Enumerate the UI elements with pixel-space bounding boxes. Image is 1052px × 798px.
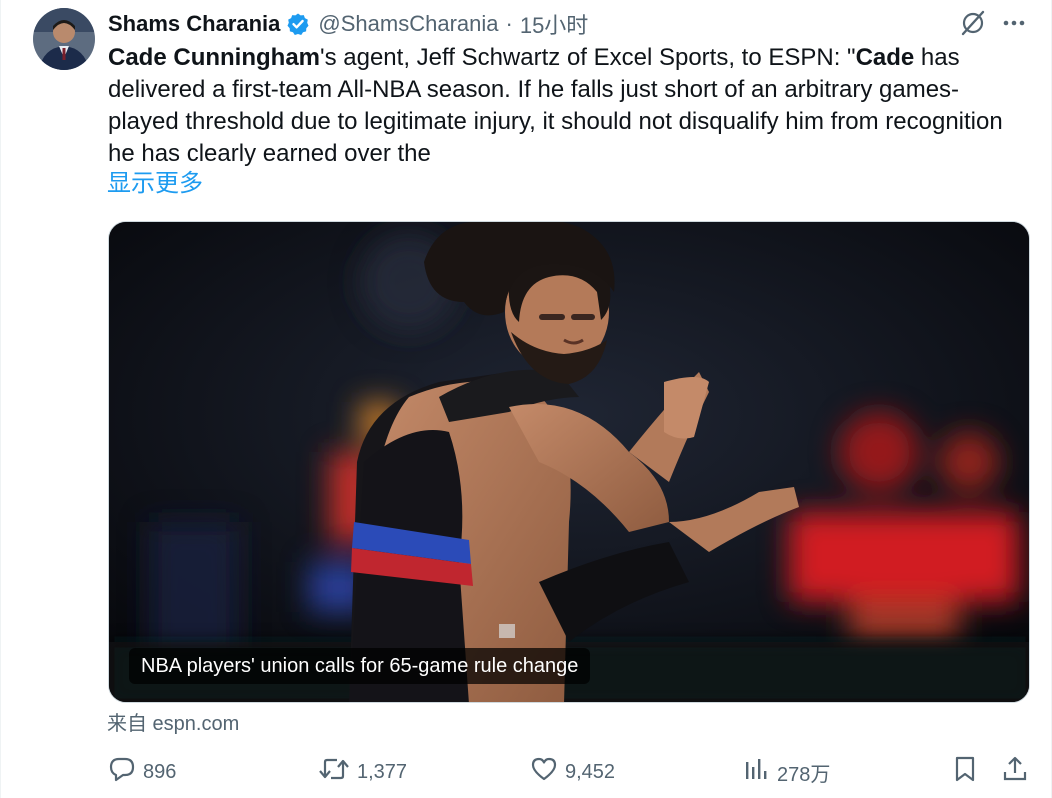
retweet-button[interactable]: 1,377 xyxy=(317,752,407,792)
display-name[interactable]: Shams Charania xyxy=(108,11,280,37)
tweet-text-segment: 's agent, Jeff Schwartz of Excel Sports,… xyxy=(320,44,856,71)
bookmark-icon xyxy=(951,754,979,790)
share-icon xyxy=(1001,754,1029,790)
card-source[interactable]: 来自 espn.com xyxy=(107,710,239,738)
bookmark-button[interactable] xyxy=(951,752,979,792)
link-card[interactable]: NBA players' union calls for 65-game rul… xyxy=(108,221,1030,703)
tweet-article[interactable]: Shams Charania @ShamsCharania · 15小时 Cad… xyxy=(0,0,1052,798)
tweet-timestamp[interactable]: 15小时 xyxy=(520,8,588,40)
tweet-text: Cade Cunningham's agent, Jeff Schwartz o… xyxy=(108,42,1028,170)
card-title: NBA players' union calls for 65-game rul… xyxy=(129,648,591,684)
tweet-text-bold[interactable]: Cade Cunningham xyxy=(108,44,320,71)
verified-badge-icon xyxy=(286,12,310,36)
show-more-link[interactable]: 显示更多 xyxy=(107,168,203,200)
card-photo xyxy=(109,222,1029,702)
reply-icon xyxy=(107,754,137,790)
reply-count: 896 xyxy=(143,760,177,783)
reply-button[interactable]: 896 xyxy=(107,752,176,792)
views-button[interactable]: 278万 xyxy=(743,752,830,792)
share-button[interactable] xyxy=(1001,752,1029,792)
more-icon xyxy=(1001,10,1027,41)
views-icon xyxy=(743,754,771,790)
grok-icon xyxy=(959,9,987,42)
like-count: 9,452 xyxy=(565,760,616,783)
retweet-icon xyxy=(317,754,351,790)
tweet-header: Shams Charania @ShamsCharania · 15小时 xyxy=(108,8,588,40)
heart-icon xyxy=(529,754,559,790)
action-bar: 896 1,377 9,452 278万 xyxy=(1,752,1052,792)
tweet-text-bold[interactable]: Cade xyxy=(856,44,915,71)
author-handle[interactable]: @ShamsCharania xyxy=(318,11,498,37)
header-separator: · xyxy=(505,11,513,36)
grok-button[interactable] xyxy=(956,8,990,42)
view-count: 278万 xyxy=(777,763,831,786)
avatar[interactable] xyxy=(33,8,95,70)
retweet-count: 1,377 xyxy=(357,760,408,783)
like-button[interactable]: 9,452 xyxy=(529,752,615,792)
more-options-button[interactable] xyxy=(997,8,1031,42)
